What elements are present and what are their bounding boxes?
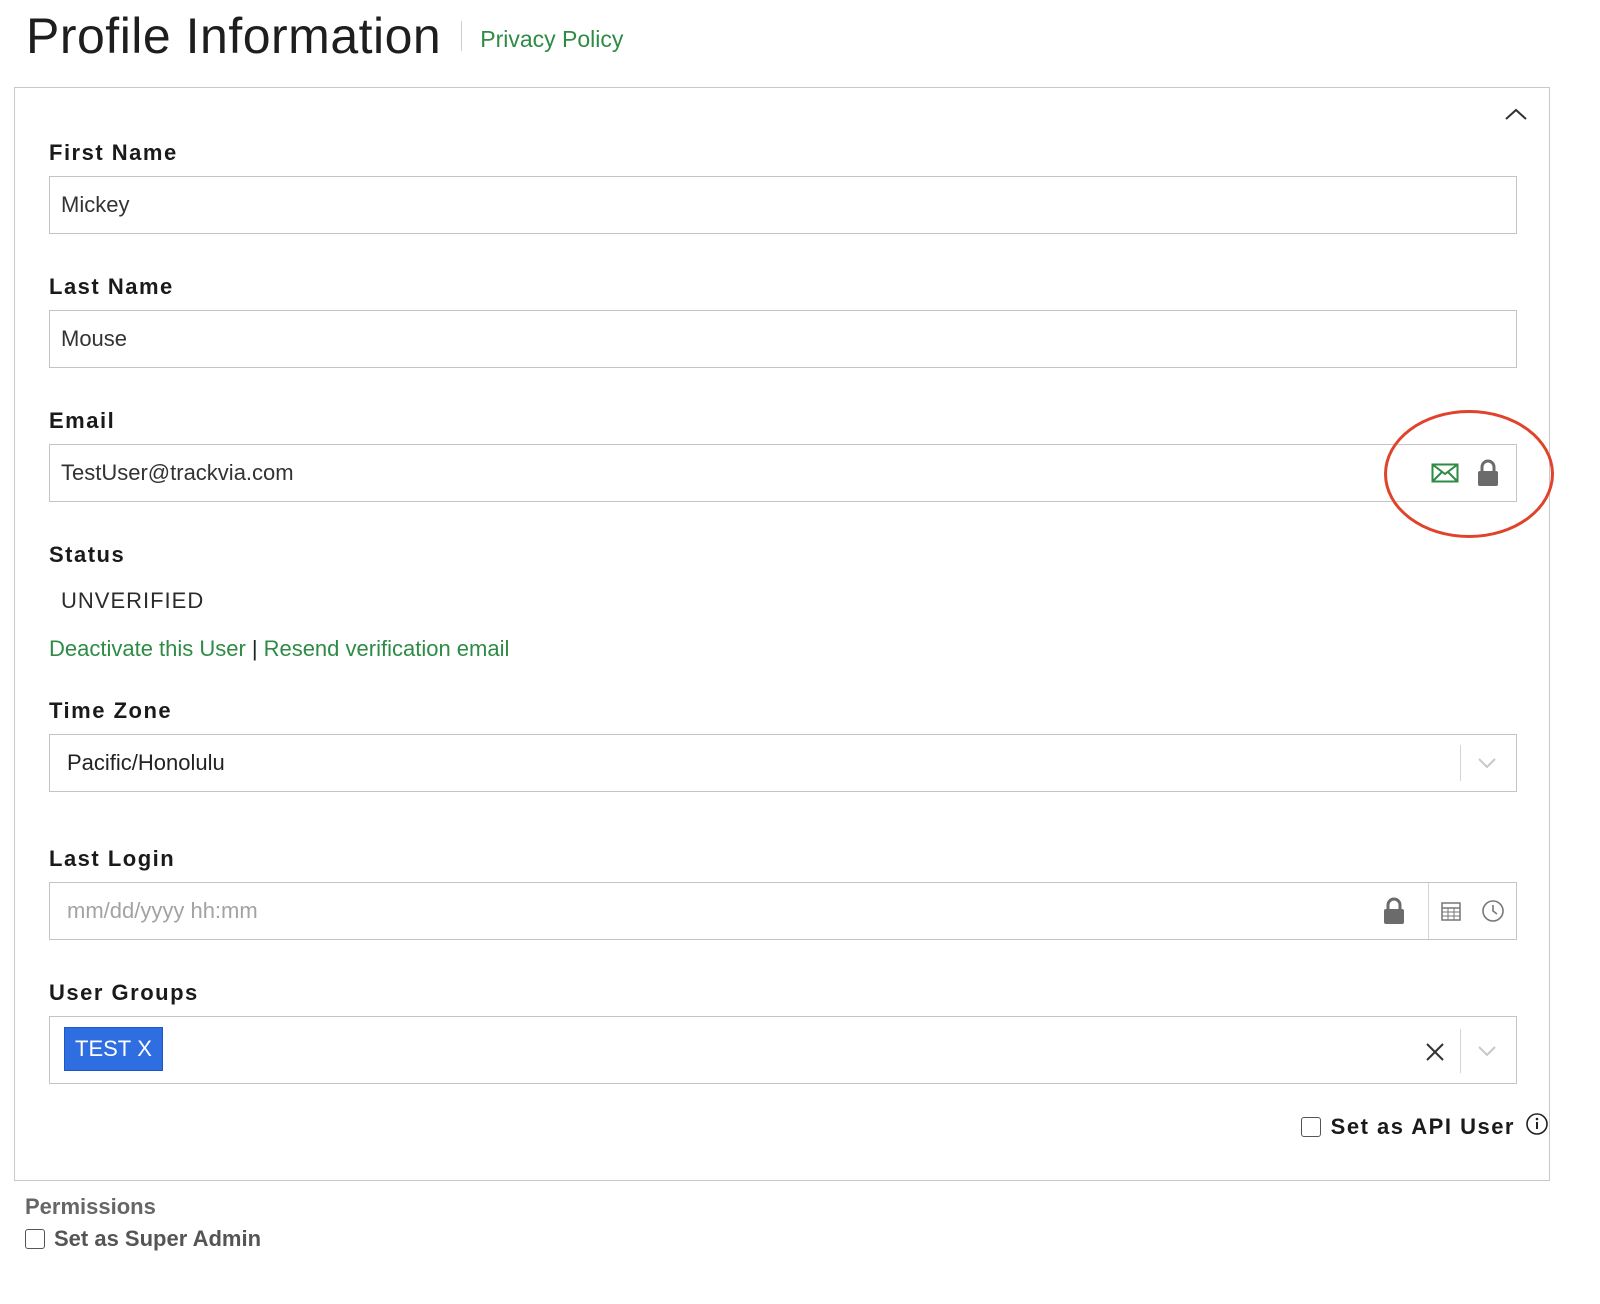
api-user-row: Set as API User <box>1300 1112 1549 1141</box>
info-icon[interactable] <box>1525 1112 1549 1141</box>
api-user-label: Set as API User <box>1330 1113 1515 1139</box>
super-admin-checkbox[interactable] <box>25 1229 45 1249</box>
email-input[interactable] <box>61 445 1088 501</box>
envelope-icon[interactable] <box>1430 459 1460 487</box>
privacy-policy-link[interactable]: Privacy Policy <box>480 26 623 53</box>
calendar-icon[interactable] <box>1438 898 1464 924</box>
super-admin-label: Set as Super Admin <box>54 1226 262 1251</box>
chevron-down-icon[interactable] <box>1474 753 1500 773</box>
status-actions: Deactivate this User | Resend verification… <box>49 636 509 662</box>
page-title: Profile Information <box>26 8 442 64</box>
profile-panel: First Name Last Name Email Status UNVERI… <box>14 87 1550 1181</box>
last-name-field <box>49 310 1517 368</box>
last-name-input[interactable] <box>61 311 1088 367</box>
last-login-field <box>49 882 1517 940</box>
lock-icon[interactable] <box>1474 457 1502 489</box>
email-label: Email <box>49 408 116 433</box>
collapse-chevron-up-icon[interactable] <box>1503 104 1529 124</box>
time-zone-value: Pacific/Honolulu <box>67 750 225 775</box>
email-field <box>49 444 1517 502</box>
page-header: Profile Information Privacy Policy <box>26 0 623 72</box>
first-name-label: First Name <box>49 140 178 165</box>
select-divider <box>1460 1029 1461 1073</box>
user-groups-select[interactable]: TEST X <box>49 1016 1517 1084</box>
last-name-label: Last Name <box>49 274 174 299</box>
lock-icon <box>1380 895 1408 927</box>
deactivate-user-link[interactable]: Deactivate this User <box>49 636 246 661</box>
tag-remove-button[interactable]: X <box>137 1036 152 1062</box>
permissions-title: Permissions <box>25 1194 156 1219</box>
user-group-tag: TEST X <box>64 1027 163 1071</box>
chevron-down-icon[interactable] <box>1474 1041 1500 1061</box>
user-groups-label: User Groups <box>49 980 199 1005</box>
api-user-checkbox[interactable] <box>1300 1116 1321 1137</box>
link-separator: | <box>251 636 258 661</box>
last-login-input[interactable] <box>67 883 1094 939</box>
header-divider <box>461 21 463 51</box>
select-divider <box>1460 745 1461 781</box>
time-zone-select[interactable]: Pacific/Honolulu <box>49 734 1517 792</box>
super-admin-row: Set as Super Admin <box>25 1226 261 1252</box>
last-login-divider <box>1428 883 1429 939</box>
time-zone-label: Time Zone <box>49 698 173 723</box>
status-label: Status <box>49 542 126 567</box>
clear-x-icon[interactable] <box>1422 1039 1448 1065</box>
resend-verification-link[interactable]: Resend verification email <box>264 636 510 661</box>
tag-label: TEST <box>75 1036 132 1061</box>
first-name-field <box>49 176 1517 234</box>
first-name-input[interactable] <box>61 177 1088 233</box>
status-value: UNVERIFIED <box>61 588 205 613</box>
last-login-label: Last Login <box>49 846 176 871</box>
clock-icon[interactable] <box>1479 897 1507 925</box>
